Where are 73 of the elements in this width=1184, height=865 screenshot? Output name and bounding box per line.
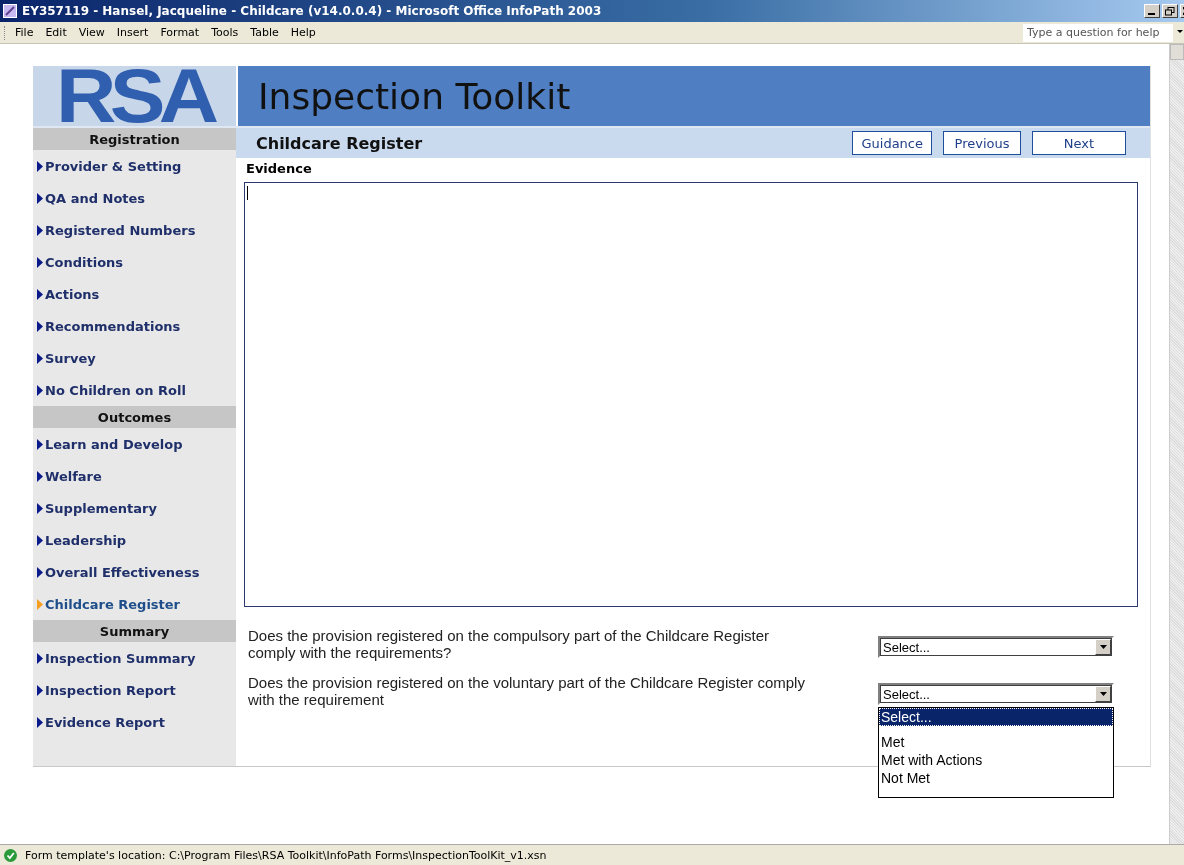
dropdown-option[interactable]: Select... xyxy=(879,708,1113,726)
dropdown-arrow-icon[interactable] xyxy=(1177,29,1184,36)
triangle-icon xyxy=(37,470,43,482)
dropdown-option[interactable]: Not Met xyxy=(879,769,1113,787)
nav-link[interactable]: QA and Notes xyxy=(33,182,236,214)
help-search-field[interactable]: Type a question for help xyxy=(1023,23,1173,42)
dropdown-option[interactable]: Met xyxy=(879,733,1113,751)
nav-link[interactable]: Inspection Summary xyxy=(33,642,236,674)
nav-link[interactable]: Evidence Report xyxy=(33,706,236,738)
menu-item[interactable]: View xyxy=(72,24,111,41)
triangle-icon xyxy=(37,384,43,396)
nav-link[interactable]: Actions xyxy=(33,278,236,310)
status-message: Form template's location: C:\Program Files\RSA Toolkit\InfoPath Forms\InspectionToolKit_v1.xsn xyxy=(25,848,547,862)
menu-item[interactable]: Tools xyxy=(205,24,245,41)
section-heading: Registration xyxy=(33,128,236,150)
section-heading: Summary xyxy=(33,620,236,642)
scrollbar[interactable] xyxy=(1169,44,1184,844)
menu-item[interactable]: Help xyxy=(284,24,322,41)
nav-link[interactable]: Welfare xyxy=(33,460,236,492)
page-title: Childcare Register xyxy=(256,133,424,153)
text-cursor xyxy=(247,186,248,200)
restore-icon xyxy=(1165,6,1175,16)
field-label: Evidence xyxy=(245,160,313,178)
menu-item[interactable]: Insert xyxy=(110,24,155,41)
dropdown[interactable]: Select... xyxy=(878,636,1114,658)
triangle-icon xyxy=(37,288,43,300)
nav-link[interactable]: Conditions xyxy=(33,246,236,278)
triangle-icon xyxy=(37,684,43,696)
menu-item[interactable]: File xyxy=(9,24,40,41)
triangle-icon xyxy=(37,598,43,610)
nav-link[interactable]: Learn and Develop xyxy=(33,428,236,460)
dropdown[interactable]: Select... xyxy=(878,683,1114,705)
triangle-icon xyxy=(37,192,43,204)
triangle-icon xyxy=(37,438,43,450)
nav-link[interactable]: Overall Effectiveness xyxy=(33,556,236,588)
nav-link[interactable]: Provider & Setting xyxy=(33,150,236,182)
triangle-icon xyxy=(37,256,43,268)
nav-link[interactable]: No Children on Roll xyxy=(33,374,236,406)
section-heading: Outcomes xyxy=(33,406,236,428)
check-icon xyxy=(4,848,17,862)
nav-link[interactable]: Survey xyxy=(33,342,236,374)
minimize-button[interactable] xyxy=(1144,4,1160,18)
nav-link[interactable]: Supplementary xyxy=(33,492,236,524)
triangle-icon xyxy=(37,352,43,364)
window-title: EY357119 - Hansel, Jacqueline - Childcare (v14.0.0.4) - Microsoft Office InfoPath 2003 xyxy=(22,4,603,18)
nav-button[interactable]: Previous xyxy=(943,131,1021,155)
app-icon xyxy=(3,4,17,18)
dropdown-arrow-icon xyxy=(1099,692,1107,696)
nav-link[interactable]: Childcare Register xyxy=(33,588,236,620)
triangle-icon xyxy=(37,502,43,514)
dropdown-option[interactable]: Met with Actions xyxy=(879,751,1113,769)
nav-button[interactable]: Guidance xyxy=(852,131,932,155)
banner-title: Inspection Toolkit xyxy=(236,66,1150,126)
triangle-icon xyxy=(37,566,43,578)
menu-item[interactable]: Table xyxy=(244,24,285,41)
dropdown-arrow-icon xyxy=(1099,645,1107,649)
nav-button[interactable]: Next xyxy=(1032,131,1126,155)
triangle-icon xyxy=(37,652,43,664)
nav-link[interactable]: Leadership xyxy=(33,524,236,556)
triangle-icon xyxy=(37,716,43,728)
nav-link[interactable]: Recommendations xyxy=(33,310,236,342)
nav-link[interactable]: Inspection Report xyxy=(33,674,236,706)
question-text: Does the provision registered on the voluntary part of the Childcare Register comply with the requirement xyxy=(248,674,806,708)
triangle-icon xyxy=(37,320,43,332)
restore-button[interactable] xyxy=(1162,4,1178,18)
logo: RSA xyxy=(33,66,236,126)
nav-link[interactable]: Registered Numbers xyxy=(33,214,236,246)
menu-item[interactable]: Format xyxy=(154,24,206,41)
question-text: Does the provision registered on the compulsory part of the Childcare Register comply with the requirements? xyxy=(248,627,771,661)
triangle-icon xyxy=(37,534,43,546)
menu-item[interactable]: Edit xyxy=(39,24,73,41)
triangle-icon xyxy=(37,160,43,172)
triangle-icon xyxy=(37,224,43,236)
